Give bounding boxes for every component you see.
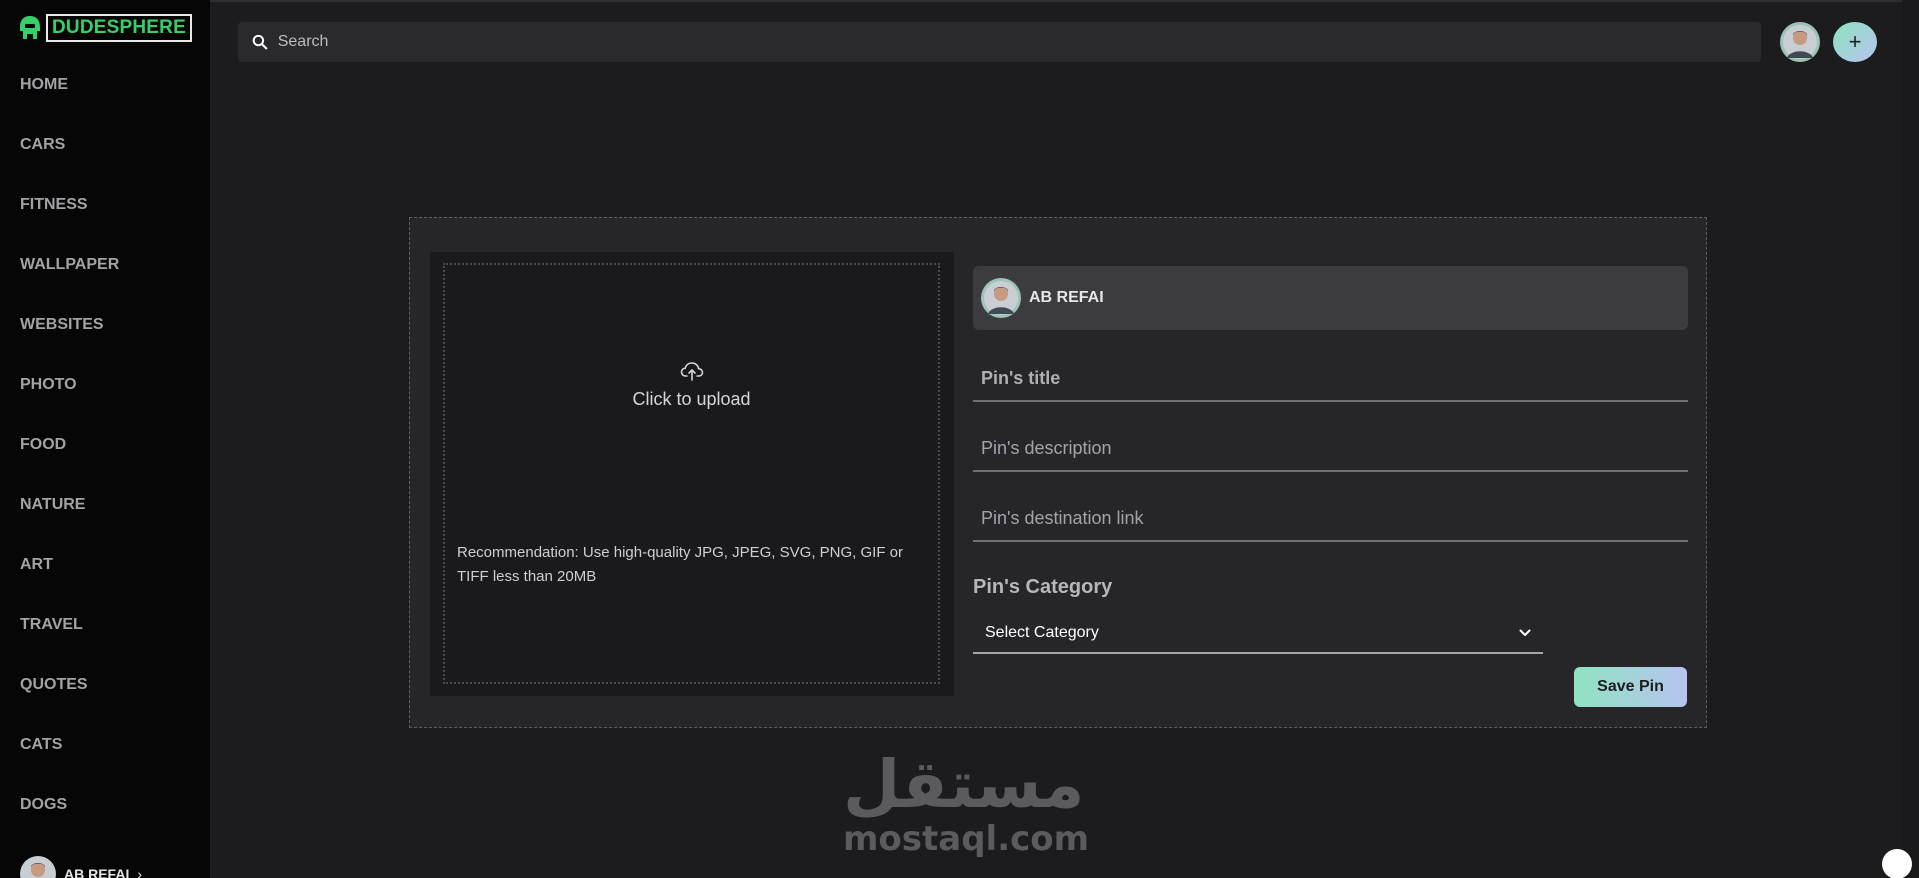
sidebar-item-fitness[interactable]: FITNESS — [0, 180, 210, 240]
description-field — [973, 426, 1688, 472]
brand-name: DUDESPHERE — [46, 14, 192, 42]
sidebar-item-home[interactable]: HOME — [0, 60, 210, 120]
sidebar-item-food[interactable]: FOOD — [0, 420, 210, 480]
app-root: DUDESPHERE HOME CARS FITNESS WALLPAPER W… — [0, 0, 1919, 878]
sidebar-user-name: AB REFAI — [64, 866, 130, 878]
extension-badge-icon[interactable] — [1882, 849, 1912, 878]
avatar — [20, 856, 56, 878]
watermark-arabic: مستقل — [843, 746, 1085, 823]
sidebar-item-quotes[interactable]: QUOTES — [0, 660, 210, 720]
add-pin-button[interactable]: + — [1833, 22, 1877, 62]
sidebar-item-dogs[interactable]: DOGS — [0, 780, 210, 840]
search-bar[interactable] — [238, 22, 1761, 62]
sidebar-item-cars[interactable]: CARS — [0, 120, 210, 180]
upload-panel: Click to upload Recommendation: Use high… — [430, 252, 954, 696]
pin-link-input[interactable] — [973, 496, 1688, 540]
upload-dropzone[interactable]: Click to upload Recommendation: Use high… — [443, 263, 940, 684]
scrollbar[interactable] — [1902, 0, 1919, 878]
sidebar-item-cats[interactable]: CATS — [0, 720, 210, 780]
sidebar: DUDESPHERE HOME CARS FITNESS WALLPAPER W… — [0, 0, 210, 878]
search-input[interactable] — [277, 33, 1761, 51]
avatar — [981, 278, 1021, 318]
top-border — [0, 0, 1919, 2]
sidebar-item-travel[interactable]: TRAVEL — [0, 600, 210, 660]
link-field — [973, 496, 1688, 542]
create-pin-card: Click to upload Recommendation: Use high… — [409, 217, 1707, 728]
chevron-right-icon: › — [137, 866, 143, 878]
category-select-value: Select Category — [985, 624, 1099, 641]
pin-description-input[interactable] — [973, 426, 1688, 470]
pin-title-input[interactable] — [973, 356, 1688, 400]
pin-owner-name: AB REFAI — [1029, 289, 1104, 306]
sidebar-item-nature[interactable]: NATURE — [0, 480, 210, 540]
category-select[interactable]: Select Category — [973, 614, 1543, 654]
title-field — [973, 356, 1688, 402]
helmet-icon — [20, 16, 40, 39]
sidebar-item-photo[interactable]: PHOTO — [0, 360, 210, 420]
save-pin-button[interactable]: Save Pin — [1574, 667, 1687, 707]
sidebar-item-wallpaper[interactable]: WALLPAPER — [0, 240, 210, 300]
header-avatar[interactable] — [1780, 22, 1820, 62]
pin-form: AB REFAI Pin's Category Select Category … — [973, 218, 1688, 729]
cloud-upload-icon — [445, 361, 938, 386]
search-icon — [252, 34, 268, 50]
sidebar-nav: HOME CARS FITNESS WALLPAPER WEBSITES PHO… — [0, 60, 210, 840]
watermark: مستقل mostaql.com — [843, 746, 1090, 859]
watermark-latin: mostaql.com — [843, 819, 1090, 859]
pin-owner: AB REFAI — [973, 266, 1688, 330]
upload-label: Click to upload — [632, 389, 751, 409]
upload-recommendation: Recommendation: Use high-quality JPG, JP… — [457, 544, 903, 585]
category-label: Pin's Category — [973, 576, 1113, 598]
sidebar-user-profile[interactable]: AB REFAI › — [20, 856, 142, 878]
chevron-down-icon — [1519, 629, 1531, 636]
sidebar-item-websites[interactable]: WEBSITES — [0, 300, 210, 360]
sidebar-item-art[interactable]: ART — [0, 540, 210, 600]
brand-logo[interactable]: DUDESPHERE — [19, 14, 192, 42]
